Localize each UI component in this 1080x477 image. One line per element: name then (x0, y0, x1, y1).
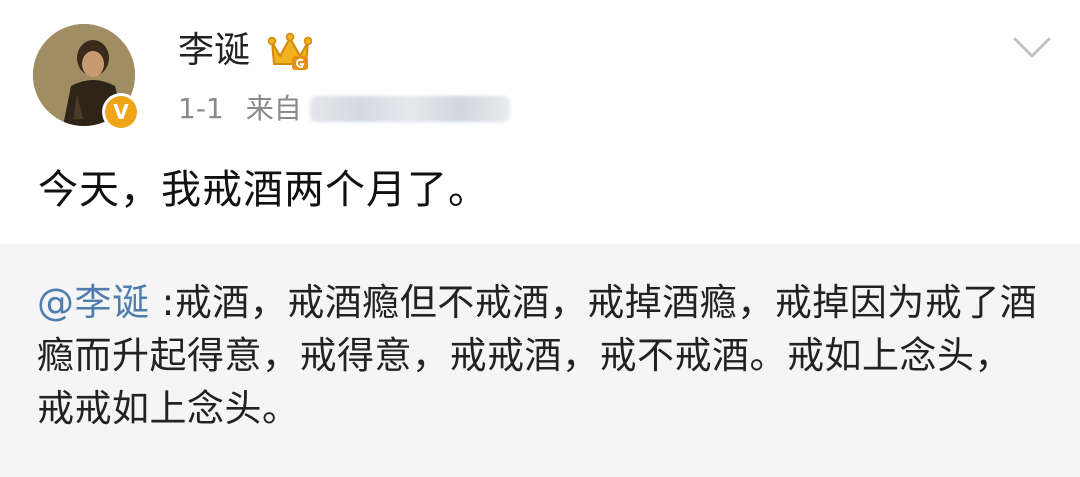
vip-crown-icon (268, 32, 312, 70)
post-date: 1-1 (178, 92, 224, 125)
post-source-blurred (309, 96, 510, 122)
repost-block[interactable]: @李诞 :戒酒，戒酒瘾但不戒酒，戒掉酒瘾，戒掉因为戒了酒瘾而升起得意，戒得意，戒… (0, 244, 1080, 477)
mention-link[interactable]: @李诞 (37, 281, 150, 324)
post-text: 今天，我戒酒两个月了。 (38, 167, 489, 213)
post-meta: 1-1 来自 (178, 92, 510, 126)
verified-badge: V (102, 93, 140, 131)
username[interactable]: 李诞 (178, 29, 250, 73)
post-source-label: 来自 (245, 92, 302, 125)
repost-text: @李诞 :戒酒，戒酒瘾但不戒酒，戒掉酒瘾，戒掉因为戒了酒瘾而升起得意，戒得意，戒… (37, 276, 1049, 435)
chevron-down-icon[interactable] (1012, 34, 1052, 62)
verified-icon: V (105, 96, 137, 128)
weibo-post-card: V 李诞 1-1 来自 今天，我戒酒两个月了。 @李诞 :戒酒，戒酒瘾但不戒酒，… (0, 0, 1080, 477)
repost-body: :戒酒，戒酒瘾但不戒酒，戒掉酒瘾，戒掉因为戒了酒瘾而升起得意，戒得意，戒戒酒，戒… (37, 281, 1038, 430)
